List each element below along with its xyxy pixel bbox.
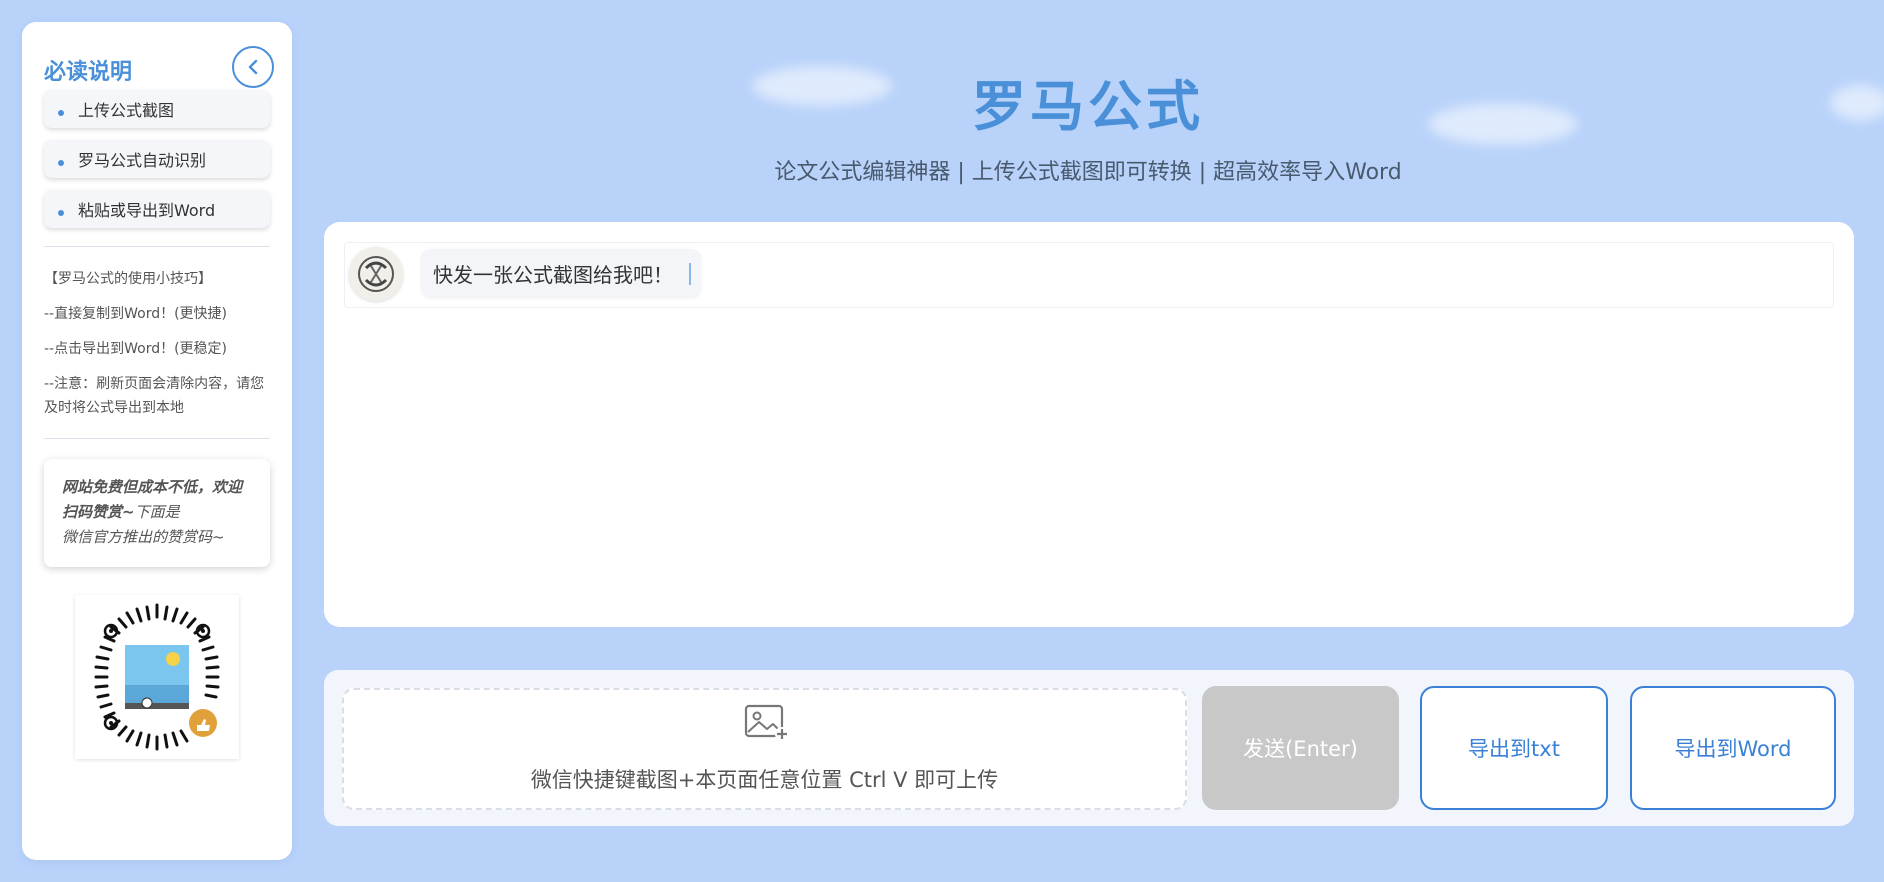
tip-line: --点击导出到Word！(更稳定) bbox=[44, 341, 228, 357]
step-label: 罗马公式自动识别 bbox=[78, 151, 207, 170]
chat-panel: 快发一张公式截图给我吧！ bbox=[324, 222, 1854, 627]
donate-card: 网站免费但成本不低，欢迎扫码赞赏~下面是 微信官方推出的赞赏码~ bbox=[44, 459, 270, 567]
tip-line: --直接复制到Word！(更快捷) bbox=[44, 306, 228, 322]
bullet-icon bbox=[58, 110, 64, 116]
typing-cursor bbox=[689, 263, 691, 285]
qr-code-icon bbox=[94, 603, 220, 751]
collapse-sidebar-button[interactable] bbox=[232, 46, 274, 88]
tips-section: 【罗马公式的使用小技巧】 --直接复制到Word！(更快捷) --点击导出到Wo… bbox=[44, 267, 270, 420]
bullet-icon bbox=[58, 160, 64, 166]
bot-avatar bbox=[349, 247, 403, 301]
image-add-icon bbox=[744, 704, 789, 741]
bot-message-row: 快发一张公式截图给我吧！ bbox=[344, 242, 1834, 308]
cloud-decoration bbox=[1830, 85, 1884, 121]
export-txt-button[interactable]: 导出到txt bbox=[1420, 686, 1608, 810]
step-label: 上传公式截图 bbox=[78, 101, 175, 120]
bot-message-bubble: 快发一张公式截图给我吧！ bbox=[421, 249, 701, 297]
cloud-decoration bbox=[752, 66, 892, 106]
tips-heading: 【罗马公式的使用小技巧】 bbox=[44, 271, 212, 287]
divider bbox=[44, 438, 270, 439]
step-item-recognize: 罗马公式自动识别 bbox=[44, 140, 270, 178]
sidebar: 必读说明 上传公式截图 罗马公式自动识别 粘贴或导出到Word 【罗马公式的使用… bbox=[22, 22, 292, 860]
export-word-button[interactable]: 导出到Word bbox=[1630, 686, 1836, 810]
sidebar-header: 必读说明 bbox=[44, 22, 274, 92]
send-button[interactable]: 发送(Enter) bbox=[1202, 686, 1399, 810]
cloud-decoration bbox=[1428, 103, 1578, 145]
bot-message-text: 快发一张公式截图给我吧！ bbox=[433, 262, 673, 287]
logo-icon bbox=[358, 256, 394, 292]
upload-hint: 微信快捷键截图+本页面任意位置 Ctrl V 即可上传 bbox=[530, 768, 999, 792]
divider bbox=[44, 246, 270, 247]
chevron-left-icon bbox=[248, 59, 258, 75]
step-label: 粘贴或导出到Word bbox=[78, 201, 216, 220]
upload-dropzone[interactable]: 微信快捷键截图+本页面任意位置 Ctrl V 即可上传 bbox=[342, 688, 1187, 810]
page-title: 罗马公式 bbox=[972, 75, 1204, 138]
bullet-icon bbox=[58, 210, 64, 216]
page-subtitle: 论文公式编辑神器 | 上传公式截图即可转换 | 超高效率导入Word bbox=[774, 160, 1402, 185]
sidebar-title: 必读说明 bbox=[44, 60, 133, 85]
reward-qr-code bbox=[75, 595, 239, 759]
tip-line: --注意：刷新页面会清除内容，请您及时将公式导出到本地 bbox=[44, 376, 265, 416]
step-item-export: 粘贴或导出到Word bbox=[44, 190, 270, 228]
donate-text: 下面是 bbox=[134, 503, 180, 521]
donate-text: 微信官方推出的赞赏码~ bbox=[62, 528, 225, 546]
steps-list: 上传公式截图 罗马公式自动识别 粘贴或导出到Word bbox=[44, 90, 270, 228]
input-bar: 微信快捷键截图+本页面任意位置 Ctrl V 即可上传 发送(Enter) 导出… bbox=[324, 670, 1854, 826]
step-item-upload: 上传公式截图 bbox=[44, 90, 270, 128]
